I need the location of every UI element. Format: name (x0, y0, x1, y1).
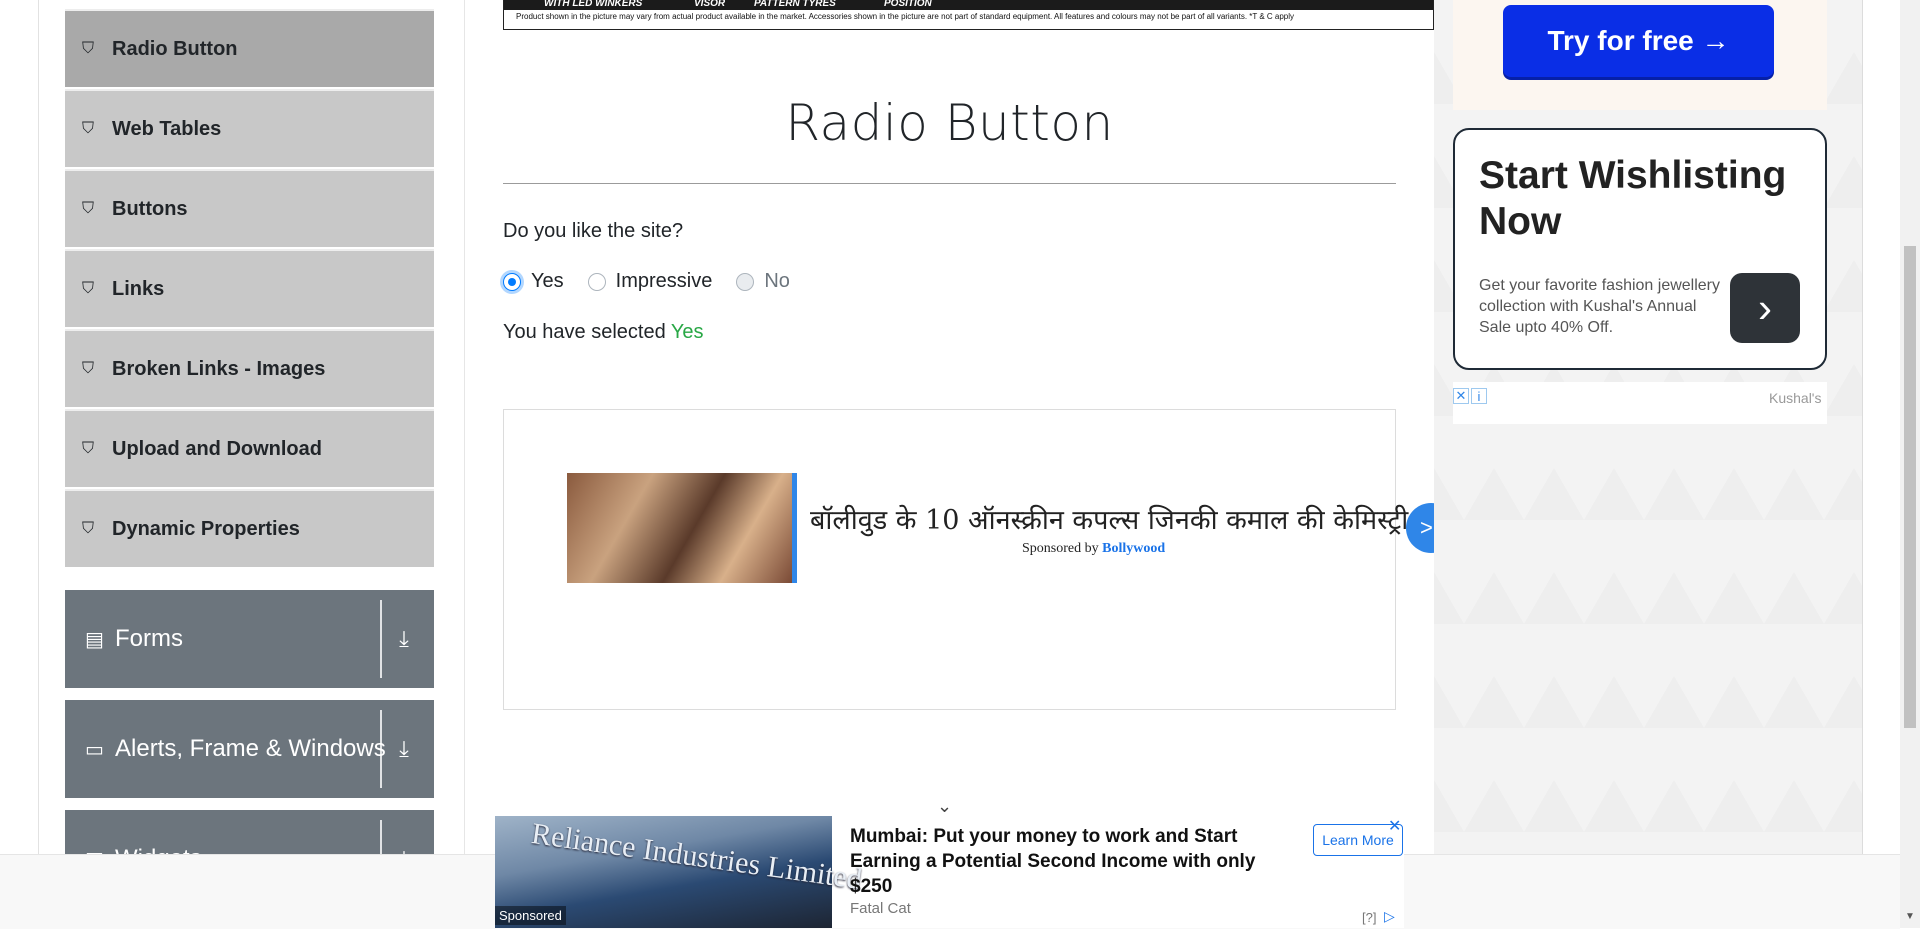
advertiser-name: Kushal's (1769, 390, 1822, 406)
scrollbar-thumb[interactable] (1904, 246, 1916, 728)
banner-tags: WITH LED WINKERS VISOR PATTERN TYRES POS… (504, 0, 1433, 10)
selection-result: You have selected Yes (503, 321, 704, 344)
ad-image[interactable] (567, 473, 797, 583)
close-icon[interactable]: ✕ (1453, 388, 1469, 404)
window-icon: ▭ (85, 738, 104, 761)
wishlist-ad-title: Start Wishlisting Now (1479, 154, 1787, 243)
sidebar-item-label: Web Tables (112, 117, 222, 140)
sidebar-item-label: Broken Links - Images (112, 357, 326, 380)
radio-group: Yes Impressive No (503, 270, 814, 293)
scroll-down-icon[interactable]: ▼ (1900, 906, 1920, 926)
sidebar-item-label: Upload and Download (112, 437, 322, 460)
html5-icon: ⛉ (82, 280, 95, 297)
sidebar-item-label: Dynamic Properties (112, 517, 300, 540)
radio-impressive[interactable] (587, 272, 606, 291)
bottom-ad-headline[interactable]: Mumbai: Put your money to work and Start… (850, 824, 1300, 899)
sidebar-item-radio-button[interactable]: ⛉ Radio Button (65, 9, 434, 87)
sidebar-item-upload-download[interactable]: ⛉ Upload and Download (65, 409, 434, 487)
ad-help-link[interactable]: [?] (1362, 910, 1376, 925)
html5-icon: ⛉ (82, 200, 95, 217)
banner-tag: POSITION (884, 0, 932, 9)
banner-tag: PATTERN TYRES (754, 0, 836, 9)
try-for-free-button[interactable]: Try for free → (1503, 5, 1774, 77)
banner-tag: VISOR (694, 0, 726, 9)
info-icon[interactable]: i (1471, 388, 1487, 404)
banner-disclaimer: Product shown in the picture may vary fr… (516, 12, 1295, 21)
sidebar-divider (464, 0, 465, 860)
result-prefix: You have selected (503, 321, 671, 343)
sidebar-item-buttons[interactable]: ⛉ Buttons (65, 169, 434, 247)
group-separator (380, 710, 382, 788)
sidebar-item-label: Links (112, 277, 165, 300)
group-forms[interactable]: ▤ Forms ⤓ (65, 590, 434, 688)
html5-icon: ⛉ (82, 520, 95, 537)
html5-icon: ⛉ (82, 120, 95, 137)
close-icon[interactable]: ✕ (1388, 816, 1401, 836)
html5-icon: ⛉ (82, 360, 95, 377)
result-value: Yes (670, 321, 704, 343)
group-separator (380, 600, 382, 678)
sponsored-label: Sponsored (495, 906, 566, 925)
top-banner-ad[interactable]: WITH LED WINKERS VISOR PATTERN TYRES POS… (503, 0, 1434, 30)
ad-sponsor-line: Sponsored by Bollywood (1022, 541, 1165, 557)
sidebar-item-web-tables[interactable]: ⛉ Web Tables (65, 89, 434, 167)
sidebar-item-dynamic-properties[interactable]: ⛉ Dynamic Properties (65, 489, 434, 567)
html5-icon: ⛉ (82, 440, 95, 457)
banner-tag: WITH LED WINKERS (544, 0, 643, 9)
sidebar-item-label: Buttons (112, 197, 188, 220)
radio-no (736, 272, 755, 291)
page-left-border (38, 0, 39, 928)
sponsor-name[interactable]: Bollywood (1102, 541, 1165, 556)
sidebar-item-broken-links[interactable]: ⛉ Broken Links - Images (65, 329, 434, 407)
document-icon: ▤ (85, 628, 104, 651)
wishlist-ad-subtitle: Get your favorite fashion jewellery coll… (1479, 277, 1720, 336)
right-column-border (1862, 0, 1863, 860)
download-icon[interactable]: ⤓ (384, 700, 424, 798)
radio-yes-label[interactable]: Yes (531, 270, 564, 293)
radio-no-label: No (764, 270, 790, 292)
bottom-ad-source: Fatal Cat (850, 900, 911, 917)
html5-icon: ⛉ (82, 40, 95, 57)
radio-question: Do you like the site? (503, 220, 684, 242)
radio-impressive-label[interactable]: Impressive (616, 270, 713, 293)
collapse-chevron-icon[interactable]: ⌄ (937, 796, 952, 817)
ad-headline[interactable]: बॉलीवुड के 10 ऑनस्क्रीन कपल्स जिनकी कमाल… (810, 500, 1408, 537)
title-divider (503, 183, 1396, 184)
chevron-right-icon[interactable]: › (1730, 273, 1800, 343)
radio-yes[interactable] (503, 272, 521, 291)
page-title: Radio Button (785, 94, 1114, 152)
group-alerts-frame-windows[interactable]: ▭ Alerts, Frame & Windows ⤓ (65, 700, 434, 798)
adchoices-icon[interactable]: ▷ (1384, 908, 1395, 925)
sponsored-by-text: Sponsored by (1022, 541, 1103, 556)
adchoices[interactable]: ✕ i (1453, 388, 1487, 404)
sidebar-item-label: Radio Button (112, 37, 238, 60)
sidebar-item-links[interactable]: ⛉ Links (65, 249, 434, 327)
download-icon[interactable]: ⤓ (384, 590, 424, 688)
